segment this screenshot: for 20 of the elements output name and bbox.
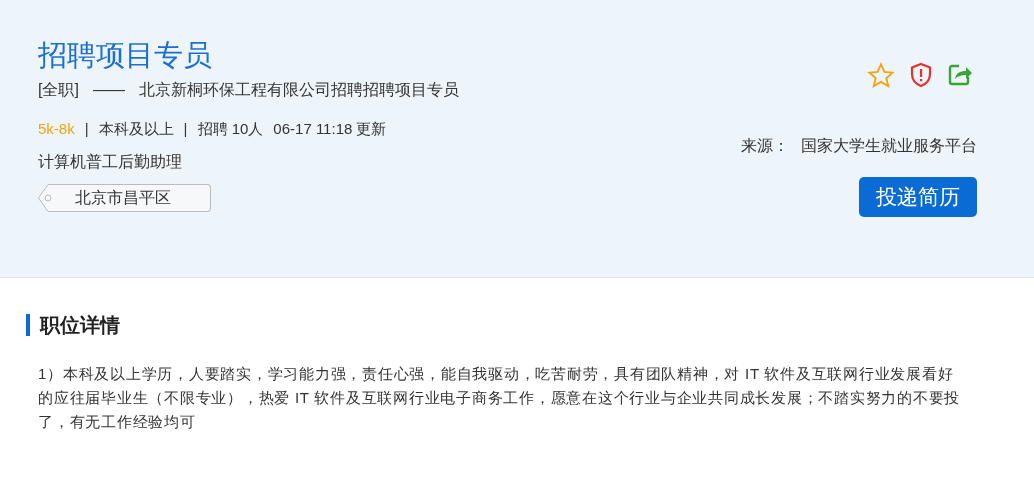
job-title: 招聘项目专员: [38, 38, 212, 73]
source-name: 国家大学生就业服务平台: [801, 136, 977, 156]
share-icon[interactable]: [947, 62, 973, 88]
salary: 5k-8k: [38, 119, 75, 139]
shield-alert-icon[interactable]: [909, 62, 933, 88]
job-description: 1）本科及以上学历，人要踏实，学习能力强，责任心强，能自我驱动，吃苦耐劳，具有团队精神，对 IT 软件及互联网行业发展看好的应往届毕业生（不限专业），热爱 IT 软件及互联网行业电子商务工作，愿意在这个行业与企业共同成长发展；不踏实努力的不要投了，有无工作经验均可: [38, 364, 962, 432]
apply-button[interactable]: 投递简历: [859, 177, 977, 217]
source-label: 来源：: [741, 136, 789, 156]
education: 本科及以上: [98, 119, 174, 139]
star-icon[interactable]: [867, 62, 895, 90]
tag-tip-icon: [38, 184, 53, 212]
separator: |: [84, 119, 89, 139]
company-name: 北京新桐环保工程有限公司招聘招聘项目专员: [138, 80, 459, 100]
dash: ——: [92, 80, 125, 100]
update-time: 06-17 11:18 更新: [273, 119, 387, 139]
job-type: [全职]: [38, 80, 79, 100]
job-category: 计算机普工后勤助理: [38, 152, 182, 172]
separator: |: [183, 119, 188, 139]
headcount: 招聘 10人: [197, 119, 264, 139]
section-heading: 职位详情: [26, 314, 994, 336]
